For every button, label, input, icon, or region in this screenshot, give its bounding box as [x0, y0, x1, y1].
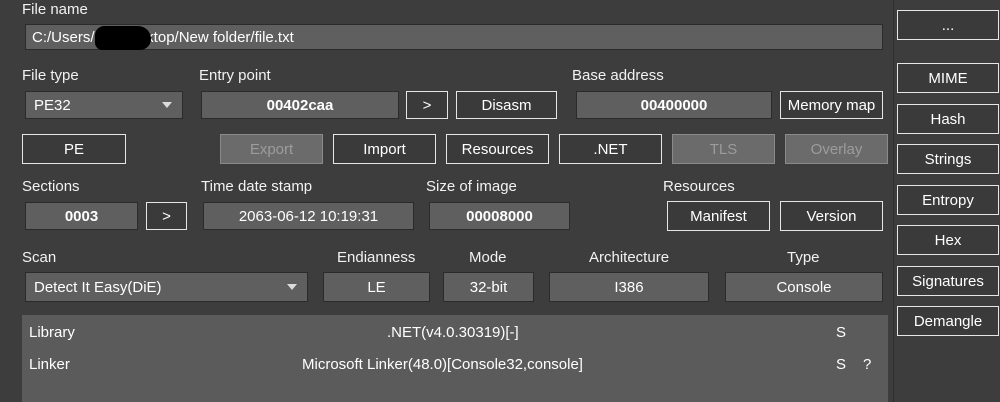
time-date-stamp-field[interactable]: 2063-06-12 10:19:31 [203, 202, 414, 230]
disasm-button[interactable]: Disasm [456, 91, 557, 119]
file-type-value: PE32 [34, 96, 71, 114]
manifest-button[interactable]: Manifest [667, 201, 770, 231]
hex-button[interactable]: Hex [897, 225, 999, 255]
hash-button[interactable]: Hash [897, 104, 999, 134]
result-flag: S [836, 356, 847, 373]
overlay-button[interactable]: Overlay [785, 134, 888, 164]
chevron-down-icon [287, 284, 297, 290]
file-type-label: File type [22, 67, 79, 84]
redaction-mark [95, 26, 151, 50]
tls-button[interactable]: TLS [672, 134, 775, 164]
base-address-field[interactable]: 00400000 [576, 91, 772, 119]
result-extra[interactable]: ? [863, 356, 871, 373]
result-row[interactable]: Library .NET(v4.0.30319)[-] S [22, 321, 888, 345]
version-button[interactable]: Version [780, 201, 883, 231]
file-type-select[interactable]: PE32 [25, 91, 183, 119]
endianness-label: Endianness [337, 249, 416, 266]
sections-label: Sections [22, 178, 80, 195]
demangle-button[interactable]: Demangle [897, 306, 999, 336]
entry-point-label: Entry point [199, 67, 271, 84]
import-button[interactable]: Import [333, 134, 436, 164]
endianness-field[interactable]: LE [323, 272, 430, 302]
architecture-label: Architecture [589, 249, 670, 266]
sidebar-divider [893, 0, 894, 402]
type-label: Type [787, 249, 820, 266]
mime-button[interactable]: MIME [897, 63, 999, 93]
resources-button[interactable]: Resources [446, 134, 549, 164]
scan-label: Scan [22, 249, 57, 266]
size-of-image-field[interactable]: 00008000 [429, 202, 570, 230]
scan-results-panel[interactable]: Library .NET(v4.0.30319)[-] S Linker Mic… [22, 315, 888, 402]
entry-point-go-button[interactable]: > [406, 91, 448, 119]
mode-field[interactable]: 32-bit [443, 272, 534, 302]
scan-engine-value: Detect It Easy(DiE) [34, 278, 162, 296]
result-row[interactable]: Linker Microsoft Linker(48.0)[Console32,… [22, 353, 888, 377]
strings-button[interactable]: Strings [897, 144, 999, 174]
resources-label: Resources [663, 178, 735, 195]
base-address-label: Base address [572, 67, 664, 84]
result-name: .NET(v4.0.30319)[-] [387, 324, 519, 341]
scan-engine-select[interactable]: Detect It Easy(DiE) [25, 272, 308, 302]
file-path-input[interactable] [25, 24, 883, 50]
result-kind: Library [29, 324, 75, 341]
time-date-stamp-label: Time date stamp [201, 178, 313, 195]
pe-button[interactable]: PE [22, 134, 126, 164]
more-button[interactable]: ... [897, 10, 999, 40]
result-flag: S [836, 324, 847, 341]
mode-label: Mode [469, 249, 507, 266]
sections-go-button[interactable]: > [146, 202, 187, 230]
sections-field[interactable]: 0003 [25, 202, 138, 230]
result-name: Microsoft Linker(48.0)[Console32,console… [302, 356, 583, 373]
entropy-button[interactable]: Entropy [897, 185, 999, 215]
entry-point-field[interactable]: 00402caa [201, 91, 399, 119]
chevron-down-icon [162, 102, 172, 108]
memory-map-button[interactable]: Memory map [780, 91, 883, 119]
result-kind: Linker [29, 356, 70, 373]
net-button[interactable]: .NET [559, 134, 662, 164]
export-button[interactable]: Export [220, 134, 323, 164]
size-of-image-label: Size of image [426, 178, 517, 195]
architecture-field[interactable]: I386 [549, 272, 709, 302]
file-name-label: File name [22, 1, 88, 18]
signatures-button[interactable]: Signatures [897, 266, 999, 296]
type-field[interactable]: Console [725, 272, 883, 302]
